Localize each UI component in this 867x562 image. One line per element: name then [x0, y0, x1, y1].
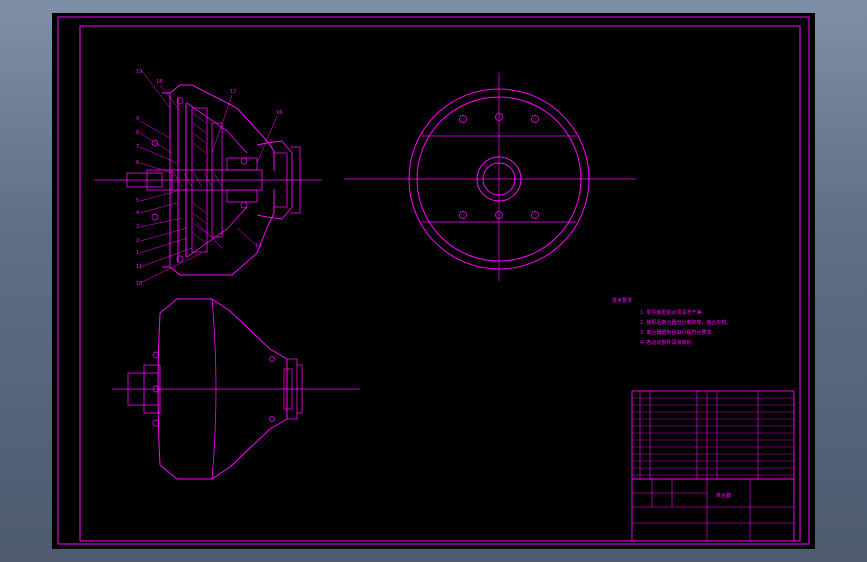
drawing-title: 离合器	[716, 492, 731, 499]
svg-text:19: 19	[136, 69, 142, 75]
notes-heading: 技术要求	[612, 297, 632, 304]
svg-text:9: 9	[136, 116, 139, 122]
svg-text:2: 2	[136, 238, 139, 244]
svg-text:8: 8	[136, 130, 139, 136]
technical-notes: 技术要求 1. 零件装配前必须清洗干净。 2. 装配后离合器应分离彻底，接合平稳…	[612, 297, 731, 346]
svg-text:16: 16	[276, 110, 282, 116]
note-4: 4. 各运动部件润滑良好。	[640, 339, 696, 346]
clutch-section-view: 191817 1698 765 432 11110 14	[94, 69, 322, 287]
svg-text:5: 5	[136, 198, 139, 204]
parts-list	[631, 390, 795, 480]
svg-text:3: 3	[136, 224, 139, 230]
outer-border	[57, 16, 810, 545]
drawing-sheet: 19 18 17 16 9 8 765 432 1 11 10 14 技术要求 …	[52, 13, 815, 549]
svg-text:7: 7	[136, 144, 139, 150]
svg-text:11: 11	[136, 264, 142, 270]
note-3: 3. 离合器踏板自由行程符合要求。	[640, 329, 716, 336]
title-block: 离合器	[631, 478, 795, 542]
note-1: 1. 零件装配前必须清洗干净。	[640, 309, 706, 316]
svg-text:17: 17	[230, 89, 236, 95]
clutch-end-view	[344, 73, 636, 281]
svg-text:4: 4	[136, 210, 139, 216]
svg-text:10: 10	[136, 281, 142, 287]
clutch-side-view	[112, 298, 360, 480]
svg-text:6: 6	[136, 160, 139, 166]
cad-drawing: 191817 1698 765 432 11110 14 技术要求 1. 零件装…	[57, 16, 810, 545]
svg-text:1: 1	[136, 250, 139, 256]
note-2: 2. 装配后离合器应分离彻底，接合平稳。	[640, 319, 731, 326]
svg-text:18: 18	[156, 79, 162, 85]
svg-text:14: 14	[255, 243, 261, 249]
